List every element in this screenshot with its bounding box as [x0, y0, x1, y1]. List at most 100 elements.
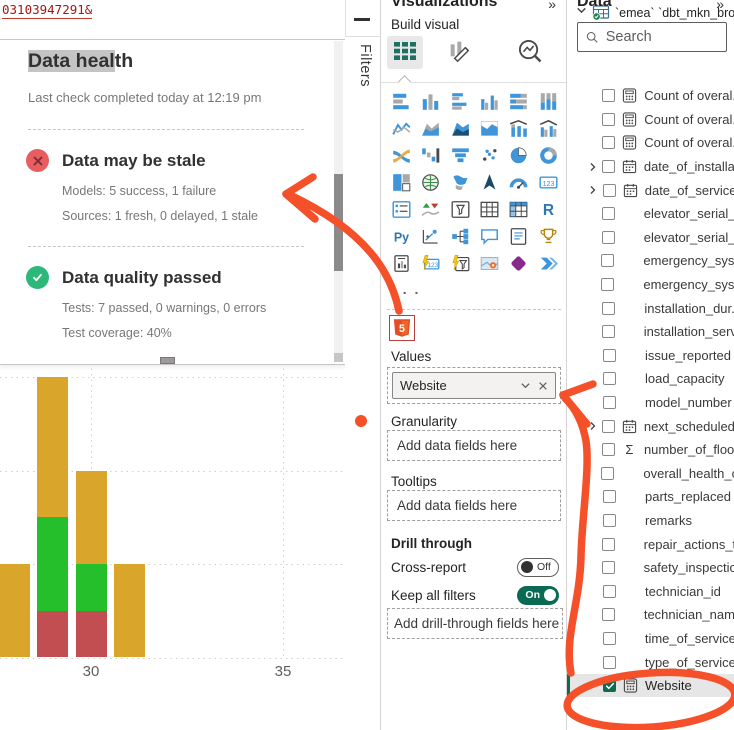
field-row-elevator-serial[interactable]: elevator_serial_..: [567, 226, 734, 250]
visual-type-decomposition-tree[interactable]: [446, 223, 475, 250]
bar-segment-gold[interactable]: [76, 471, 107, 564]
field-row-elevator-serial[interactable]: elevator_serial_..: [567, 202, 734, 226]
field-row-emergency-syst[interactable]: emergency_syst..: [567, 249, 734, 273]
bar-segment-green[interactable]: [76, 564, 107, 611]
field-checkbox[interactable]: [603, 372, 616, 385]
visual-type-pie-chart[interactable]: [504, 142, 533, 169]
visual-type-waterfall-chart[interactable]: [416, 142, 445, 169]
visual-type-100-stacked-bar-chart[interactable]: [504, 88, 533, 115]
field-row-date-of-installa[interactable]: date_of_installa..: [567, 155, 734, 179]
field-row-installation-dur[interactable]: installation_dur..: [567, 296, 734, 320]
bar-segment-green[interactable]: [37, 517, 68, 610]
bar-segment-gold[interactable]: [37, 377, 68, 517]
more-visuals-button[interactable]: . . .: [391, 281, 420, 297]
field-row-technician-id[interactable]: technician_id: [567, 579, 734, 603]
field-row-next-scheduled[interactable]: next_scheduled..: [567, 414, 734, 438]
field-pill-website[interactable]: Website: [392, 372, 556, 399]
visual-type-stacked-bar-chart[interactable]: [387, 88, 416, 115]
scrollbar-thumb[interactable]: [334, 174, 343, 271]
field-checkbox[interactable]: [602, 302, 615, 315]
field-row-number-of-floo[interactable]: Σnumber_of_floo..: [567, 438, 734, 462]
search-input[interactable]: [606, 29, 718, 45]
visual-type-scatter-chart[interactable]: [475, 142, 504, 169]
visual-type-stacked-area-chart[interactable]: [446, 115, 475, 142]
field-row-emergency-syst[interactable]: emergency_syst..: [567, 273, 734, 297]
granularity-well[interactable]: Add data fields here: [387, 430, 561, 461]
visual-type-matrix[interactable]: [504, 196, 533, 223]
drill-through-well[interactable]: Add drill-through fields here: [387, 608, 563, 639]
filters-collapse-button[interactable]: [345, 0, 380, 37]
visual-type-kpi[interactable]: [416, 196, 445, 223]
field-row-time-of-service[interactable]: time_of_service: [567, 627, 734, 651]
field-row-safety-inspectio[interactable]: safety_inspectio..: [567, 556, 734, 580]
field-row-installation-serv[interactable]: installation_serv..: [567, 320, 734, 344]
tooltips-well[interactable]: Add data fields here: [387, 490, 561, 521]
field-row-date-of-service[interactable]: date_of_service: [567, 178, 734, 202]
field-checkbox[interactable]: [602, 160, 615, 173]
visual-type-map[interactable]: [416, 169, 445, 196]
visual-type-donut-chart[interactable]: [533, 142, 562, 169]
cross-report-toggle[interactable]: Off: [517, 558, 559, 577]
visual-resize-handle[interactable]: [160, 357, 175, 364]
field-checkbox[interactable]: [603, 585, 616, 598]
visual-type-filled-map[interactable]: [446, 169, 475, 196]
field-checkbox[interactable]: [601, 254, 614, 267]
field-checkbox[interactable]: [601, 278, 614, 291]
field-row-load-capacity[interactable]: load_capacity: [567, 367, 734, 391]
visual-type-clustered-column-chart[interactable]: [475, 88, 504, 115]
chevron-right-icon[interactable]: [587, 184, 603, 196]
visual-type-arcgis-map[interactable]: [475, 250, 504, 277]
field-row-overall-health-c[interactable]: overall_health_c..: [567, 462, 734, 486]
visual-type-card[interactable]: 123: [533, 169, 562, 196]
field-checkbox[interactable]: [603, 396, 616, 409]
field-row-parts-replaced[interactable]: parts_replaced: [567, 485, 734, 509]
field-row-repair-actions-t[interactable]: repair_actions_t..: [567, 532, 734, 556]
collapse-pane-icon[interactable]: »: [548, 0, 556, 12]
visual-type-html5-custom[interactable]: 5: [389, 315, 415, 341]
remove-field-icon[interactable]: [538, 381, 548, 391]
field-row-issue-reported[interactable]: issue_reported: [567, 344, 734, 368]
field-checkbox[interactable]: [603, 184, 616, 197]
field-checkbox[interactable]: [602, 538, 615, 551]
field-checkbox[interactable]: [603, 349, 616, 362]
visual-type-slicer[interactable]: [446, 196, 475, 223]
visual-type-table[interactable]: [475, 196, 504, 223]
visual-type-clustered-bar-chart[interactable]: [446, 88, 475, 115]
visual-type-slicer-new[interactable]: [446, 250, 475, 277]
chevron-down-icon[interactable]: [520, 380, 531, 391]
visual-type-paginated-report[interactable]: [387, 250, 416, 277]
field-checkbox[interactable]: [602, 608, 615, 621]
field-checkbox[interactable]: [602, 420, 615, 433]
visual-type-ribbon-chart[interactable]: [387, 142, 416, 169]
visual-type-100-stacked-column-chart[interactable]: [533, 88, 562, 115]
visual-type-key-influencers[interactable]: [416, 223, 445, 250]
visual-type-100-stacked-area-chart[interactable]: [475, 115, 504, 142]
visual-type-azure-map[interactable]: [475, 169, 504, 196]
visual-type-line-chart[interactable]: [387, 115, 416, 142]
chevron-right-icon[interactable]: [587, 420, 602, 432]
field-checkbox[interactable]: [602, 136, 615, 149]
field-checkbox[interactable]: [603, 679, 616, 692]
filters-pane-label[interactable]: Filters: [357, 44, 373, 87]
collapse-pane-icon[interactable]: »: [716, 0, 724, 12]
visual-type-smart-narrative[interactable]: [504, 223, 533, 250]
field-checkbox[interactable]: [602, 89, 615, 102]
field-checkbox[interactable]: [602, 207, 615, 220]
field-row-count-of-overal[interactable]: Count of overal..: [567, 84, 734, 108]
field-checkbox[interactable]: [602, 443, 615, 456]
bar-segment-red[interactable]: [76, 611, 107, 658]
field-checkbox[interactable]: [603, 632, 616, 645]
field-checkbox[interactable]: [603, 656, 616, 669]
field-row-remarks[interactable]: remarks: [567, 509, 734, 533]
visual-type-power-apps[interactable]: [504, 250, 533, 277]
field-checkbox[interactable]: [601, 467, 614, 480]
visual-type-multi-row-card[interactable]: [387, 196, 416, 223]
visual-type-r-script-visual[interactable]: R: [533, 196, 562, 223]
field-checkbox[interactable]: [602, 231, 615, 244]
visual-type-line-and-clustered-column-chart[interactable]: [533, 115, 562, 142]
visual-type-area-chart[interactable]: [416, 115, 445, 142]
visual-type-card-new[interactable]: 123: [416, 250, 445, 277]
values-well[interactable]: Website: [387, 367, 561, 404]
visual-type-metrics[interactable]: [533, 223, 562, 250]
visual-type-qa-visual[interactable]: [475, 223, 504, 250]
